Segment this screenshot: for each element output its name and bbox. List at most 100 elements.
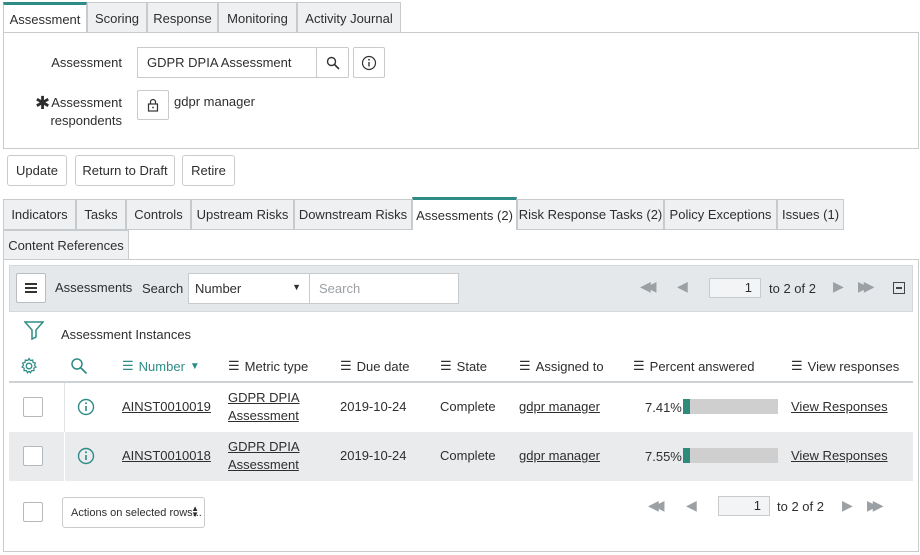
search-field-value: Number	[195, 281, 242, 296]
tab-issues[interactable]: Issues (1)	[777, 199, 844, 230]
percent-bar-fill	[683, 448, 691, 463]
filter-icon[interactable]	[24, 320, 44, 340]
page-input[interactable]: 1	[709, 278, 761, 298]
update-button[interactable]: Update	[7, 155, 67, 186]
respondents-label-line2: respondents	[50, 113, 122, 128]
search-placeholder: Search	[319, 281, 361, 296]
unlock-button[interactable]	[137, 90, 169, 120]
tab-indicators[interactable]: Indicators	[3, 199, 76, 230]
dropdown-caret-icon: ▼	[292, 282, 301, 292]
gear-icon[interactable]	[20, 357, 38, 375]
tab-scoring[interactable]: Scoring	[87, 2, 147, 33]
metric-type-link[interactable]: GDPR DPIA Assessment	[228, 389, 300, 425]
percent-bar	[683, 399, 778, 414]
footer-first-page-icon[interactable]: ◀◀	[648, 497, 664, 514]
view-responses-link[interactable]: View Responses	[791, 398, 888, 416]
col-state[interactable]: ☰ State	[440, 358, 487, 374]
select-all-checkbox[interactable]	[23, 502, 43, 522]
column-menu-icon: ☰	[633, 358, 645, 373]
info-icon	[361, 55, 377, 70]
due-date: 2019-10-24	[340, 399, 407, 414]
collapse-icon[interactable]	[893, 282, 905, 294]
column-menu-icon: ☰	[340, 358, 352, 373]
assigned-to-link[interactable]: gdpr manager	[519, 398, 600, 416]
col-metric-type[interactable]: ☰ Metric type	[228, 358, 308, 374]
state: Complete	[440, 399, 496, 414]
lookup-button[interactable]	[316, 47, 349, 78]
percent-text: 7.41%	[645, 400, 682, 415]
footer-last-page-icon[interactable]: ▶▶	[867, 497, 883, 514]
row-info-icon[interactable]	[77, 398, 95, 416]
column-menu-icon: ☰	[519, 358, 531, 373]
tab-controls[interactable]: Controls	[126, 199, 191, 230]
search-input[interactable]: Search	[309, 273, 459, 304]
tab-content-references[interactable]: Content References	[3, 230, 129, 261]
view-responses-link[interactable]: View Responses	[791, 447, 888, 465]
percent-bar-fill	[683, 399, 691, 414]
tab-policy-exceptions[interactable]: Policy Exceptions	[664, 199, 777, 230]
tab-assessments[interactable]: Assessments (2)	[412, 197, 517, 230]
row-info-icon[interactable]	[77, 447, 95, 465]
last-page-icon[interactable]: ▶▶	[858, 278, 874, 295]
tab-upstream-risks[interactable]: Upstream Risks	[191, 199, 294, 230]
respondents-label: Assessment respondents	[40, 94, 122, 130]
return-to-draft-button[interactable]: Return to Draft	[75, 155, 175, 186]
list-menu-button[interactable]	[16, 273, 46, 303]
column-menu-icon: ☰	[228, 358, 240, 373]
column-menu-icon: ☰	[440, 358, 452, 373]
respondents-label-line1: Assessment	[51, 95, 122, 110]
footer-page-range: to 2 of 2	[777, 499, 824, 514]
col-assigned-to[interactable]: ☰ Assigned to	[519, 358, 604, 374]
due-date: 2019-10-24	[340, 448, 407, 463]
search-label: Search	[142, 281, 184, 296]
page-range: to 2 of 2	[769, 281, 816, 296]
record-number-link[interactable]: AINST0010018	[122, 447, 211, 465]
tab-tasks[interactable]: Tasks	[76, 199, 126, 230]
row-checkbox[interactable]	[23, 397, 43, 417]
col-percent-answered[interactable]: ☰ Percent answered	[633, 358, 754, 374]
actions-select-value: Actions on selected rows...	[71, 506, 202, 519]
record-number-link[interactable]: AINST0010019	[122, 398, 211, 416]
lock-icon	[147, 98, 159, 112]
search-icon	[326, 56, 340, 70]
col-view-responses[interactable]: ☰ View responses	[791, 358, 899, 374]
table-row: AINST0010019 GDPR DPIA Assessment 2019-10…	[9, 383, 913, 432]
column-search-icon[interactable]	[70, 357, 88, 375]
column-menu-icon: ☰	[791, 358, 803, 373]
footer-prev-page-icon[interactable]: ◀	[686, 497, 697, 514]
metric-type-link[interactable]: GDPR DPIA Assessment	[228, 438, 300, 474]
col-due-date[interactable]: ☰ Due date	[340, 358, 409, 374]
breadcrumb: Assessment Instances	[61, 327, 192, 342]
prev-page-icon[interactable]: ◀	[677, 278, 688, 295]
column-menu-icon: ☰	[122, 358, 134, 373]
next-page-icon[interactable]: ▶	[833, 278, 844, 295]
respondents-value: gdpr manager	[174, 94, 255, 109]
assessment-field[interactable]: GDPR DPIA Assessment	[137, 47, 317, 78]
search-field-select[interactable]: Number ▼	[188, 273, 310, 304]
tab-risk-response-tasks[interactable]: Risk Response Tasks (2)	[517, 199, 664, 230]
footer-next-page-icon[interactable]: ▶	[842, 497, 853, 514]
tab-assessment[interactable]: Assessment	[3, 2, 87, 34]
select-arrows-icon: ▲ ▼	[191, 504, 199, 519]
row-divider	[64, 432, 65, 481]
footer-page-input[interactable]: 1	[718, 496, 770, 516]
tab-downstream-risks[interactable]: Downstream Risks	[294, 199, 412, 230]
col-number[interactable]: ☰ Number ▼	[122, 358, 200, 374]
assigned-to-link[interactable]: gdpr manager	[519, 447, 600, 465]
row-divider	[64, 383, 65, 432]
assessment-field-value: GDPR DPIA Assessment	[147, 55, 292, 70]
tab-monitoring[interactable]: Monitoring	[218, 2, 297, 33]
table-row: AINST0010018 GDPR DPIA Assessment 2019-10…	[9, 432, 913, 481]
sort-desc-icon: ▼	[189, 360, 200, 372]
retire-button[interactable]: Retire	[182, 155, 235, 186]
state: Complete	[440, 448, 496, 463]
row-checkbox[interactable]	[23, 446, 43, 466]
list-title: Assessments	[55, 280, 133, 295]
tab-response[interactable]: Response	[147, 2, 218, 33]
actions-select[interactable]: Actions on selected rows... ▲ ▼	[62, 497, 205, 528]
info-button[interactable]	[353, 47, 385, 78]
first-page-icon[interactable]: ◀◀	[640, 278, 656, 295]
hamburger-icon	[25, 283, 37, 293]
percent-text: 7.55%	[645, 449, 682, 464]
tab-activity-journal[interactable]: Activity Journal	[297, 2, 401, 33]
